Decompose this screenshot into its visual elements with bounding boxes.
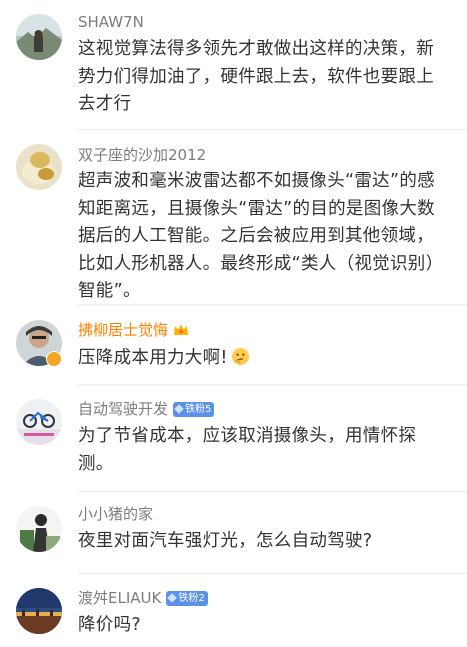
verified-badge-icon (46, 351, 62, 367)
username[interactable]: 自动驾驶开发 (78, 398, 168, 420)
comment-item[interactable]: 渡舛ELIAUK 铁粉2 降价吗? (0, 574, 467, 647)
avatar[interactable] (16, 14, 62, 60)
avatar[interactable] (16, 506, 62, 552)
comment-item[interactable]: SHAW7N 这视觉算法得多领先才敢做出这样的决策，新势力们得加油了，硬件跟上去… (0, 0, 467, 130)
comment-text: 夜里对面汽车强灯光，怎么自动驾驶? (78, 531, 373, 551)
username[interactable]: 拂柳居士觉悔 (78, 319, 168, 341)
comment-text-body: 压降成本用力大啊! (78, 348, 228, 368)
diamond-icon (167, 593, 178, 603)
crown-icon (174, 324, 189, 335)
username[interactable]: 渡舛ELIAUK (78, 587, 161, 609)
comment-text: 降价吗? (78, 615, 141, 635)
comment-text: 为了节省成本，应该取消摄像头，用情怀探测。 (78, 426, 417, 474)
fan-badge[interactable]: 铁粉5 (173, 401, 215, 417)
diamond-icon (174, 404, 184, 414)
avatar[interactable] (16, 144, 62, 190)
username[interactable]: SHAW7N (78, 11, 144, 33)
comment-item[interactable]: 双子座的沙加2012 超声波和毫米波雷达都不如摄像头“雷达”的感知距离远，且摄像… (0, 130, 467, 305)
avatar[interactable] (16, 588, 62, 634)
comment-item[interactable]: 拂柳居士觉悔 压降成本用力大啊! (0, 305, 467, 385)
comment-item[interactable]: 小小猪的家 夜里对面汽车强灯光，怎么自动驾驶? (0, 492, 467, 574)
fan-badge-label: 铁粉5 (185, 403, 212, 415)
username[interactable]: 双子座的沙加2012 (78, 144, 206, 166)
comment-item[interactable]: 自动驾驶开发 铁粉5 为了节省成本，应该取消摄像头，用情怀探测。 (0, 385, 467, 492)
fan-badge[interactable]: 铁粉2 (166, 590, 208, 606)
comment-text: 压降成本用力大啊! (78, 345, 450, 373)
thinking-emoji-icon (231, 347, 249, 366)
avatar[interactable] (16, 399, 62, 445)
fan-badge-label: 铁粉2 (178, 592, 205, 604)
comment-text: 超声波和毫米波雷达都不如摄像头“雷达”的感知距离远，且摄像头“雷达”的目的是图像… (78, 171, 444, 301)
username[interactable]: 小小猪的家 (78, 503, 153, 525)
comment-text: 这视觉算法得多领先才敢做出这样的决策，新势力们得加油了，硬件跟上去，软件也要跟上… (78, 39, 434, 114)
